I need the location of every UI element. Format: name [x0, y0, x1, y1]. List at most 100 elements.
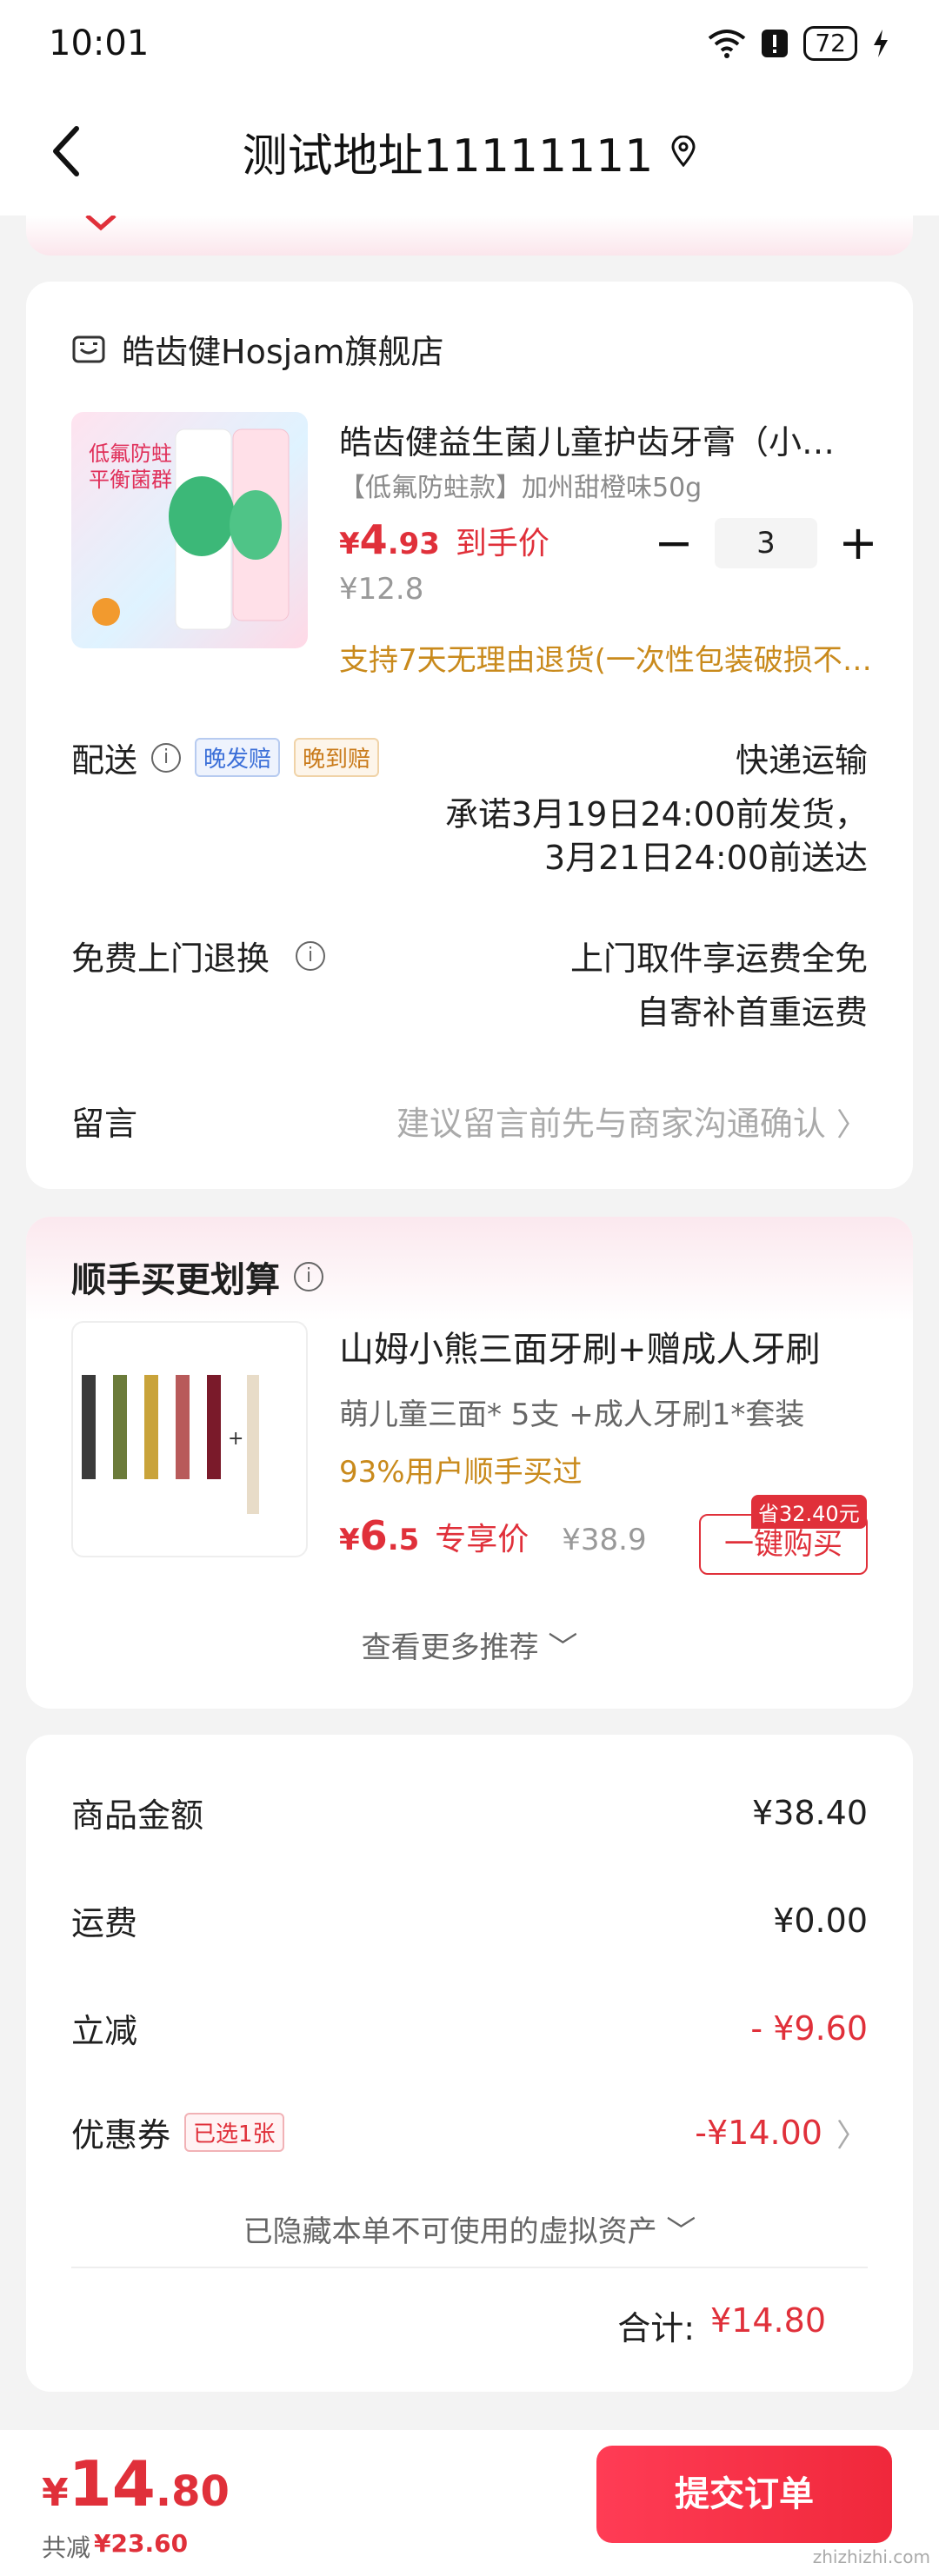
total-label: 合计:: [617, 2309, 696, 2347]
location-pin-icon: [671, 136, 696, 167]
pay-amount: ¥ 14 .80: [42, 2447, 230, 2520]
message-row: 留言: [71, 1097, 137, 1145]
pay-symbol: ¥: [42, 2471, 69, 2515]
hidden-assets-note: 已隐藏本单不可使用的虚拟资产: [243, 2214, 657, 2249]
price-symbol: ¥: [339, 1523, 360, 1557]
price-value: ¥4.93: [339, 516, 440, 563]
return-line-2: 自寄补首重运费: [636, 993, 868, 1032]
price-value: ¥6.5: [339, 1512, 419, 1559]
coupon-value: -¥14.00: [695, 2113, 822, 2152]
delivery-promise-1: 承诺3月19日24:00前发货，: [444, 795, 868, 833]
total-value: ¥14.80: [710, 2301, 826, 2340]
late-ship-badge: 晚发赔: [195, 738, 281, 777]
bottom-bar: ¥ 14 .80 共减 ¥23.60 提交订单 zhizhizhi.com: [0, 2430, 939, 2576]
price-int: 4: [359, 516, 388, 563]
quantity-input[interactable]: 3: [715, 518, 817, 568]
message-input[interactable]: 建议留言前先与商家沟通确认 〉: [396, 1097, 868, 1145]
bundle-title: 顺手买更划算: [71, 1260, 280, 1300]
return-label: 免费上门退换: [71, 939, 270, 978]
nav-bar: 测试地址11111111: [0, 87, 939, 216]
goods-amount-label: 商品金额: [71, 1796, 204, 1835]
order-card: 皓齿健Hosjam旗舰店 低氟防蛀 平衡菌群 皓齿健益生菌儿童护齿牙膏（小… 【…: [26, 282, 913, 1189]
bundle-desc: 萌儿童三面* 5支 +成人牙刷1*套装: [339, 1398, 805, 1432]
product-title[interactable]: 皓齿健益生菌儿童护齿牙膏（小…: [339, 415, 878, 463]
battery-icon: 72: [803, 26, 857, 61]
goods-amount-value: ¥38.40: [752, 1793, 868, 1832]
info-icon[interactable]: i: [151, 742, 182, 773]
info-icon[interactable]: i: [294, 1262, 323, 1291]
shield-icon: [85, 216, 117, 231]
saved-row: 共减 ¥23.60: [42, 2529, 188, 2564]
discount-row: 立减 - ¥9.60: [71, 2004, 868, 2052]
price-int: 6: [359, 1512, 388, 1559]
hidden-assets-toggle[interactable]: 已隐藏本单不可使用的虚拟资产 ﹀: [26, 2208, 913, 2250]
product-image[interactable]: 低氟防蛀 平衡菌群: [71, 412, 308, 648]
bundle-header: 顺手买更划算 i: [71, 1251, 323, 1302]
bundle-orig-price: ¥38.9: [562, 1523, 647, 1557]
save-badge: 省32.40元: [751, 1495, 867, 1529]
summary-card: 商品金额 ¥38.40 运费 ¥0.00 立减 - ¥9.60 优惠券 已选1张…: [26, 1735, 913, 2392]
delivery-promise-2: 3月21日24:00前送达: [543, 839, 868, 877]
chevron-down-icon: ﹀: [666, 2214, 696, 2249]
message-label: 留言: [71, 1105, 138, 1143]
status-icons: 72: [708, 26, 890, 61]
delivery-method: 快递运输: [735, 741, 868, 780]
delivery-label-row: 配送 i 晚发赔 晚到赔: [71, 734, 380, 781]
coupon-value-group: -¥14.00 〉: [695, 2110, 868, 2155]
discount-label: 立减: [71, 2012, 138, 2050]
submit-order-button[interactable]: 提交订单: [596, 2446, 892, 2543]
late-arrive-badge: 晚到赔: [294, 738, 380, 777]
back-icon[interactable]: [42, 123, 94, 179]
coupon-row[interactable]: 优惠券 已选1张 -¥14.00 〉: [71, 2108, 868, 2156]
pay-dec: .80: [155, 2467, 230, 2516]
quantity-stepper: − 3 +: [652, 518, 880, 568]
svg-text:+: +: [228, 1428, 243, 1450]
see-more-link[interactable]: 查看更多推荐 ﹀: [26, 1623, 913, 1666]
shipping-row: 运费 ¥0.00: [71, 1896, 868, 1944]
bundle-name[interactable]: 山姆小熊三面牙刷+赠成人牙刷: [339, 1321, 821, 1371]
coupon-label-group: 优惠券 已选1张: [71, 2108, 284, 2156]
product-spec: 【低氟防蛀款】加州甜橙味50g: [339, 473, 703, 503]
shipping-label: 运费: [71, 1904, 138, 1942]
chevron-right-icon: 〉: [836, 2117, 868, 2154]
minus-button[interactable]: −: [652, 520, 696, 567]
coupon-badge: 已选1张: [184, 2113, 284, 2152]
watermark: zhizhizhi.com: [812, 2546, 930, 2567]
bundle-image[interactable]: +: [71, 1321, 308, 1557]
address-card-bottom: [26, 216, 913, 256]
info-icon[interactable]: i: [296, 940, 326, 971]
price-dec: .5: [387, 1523, 420, 1557]
alert-icon: [762, 30, 789, 57]
goods-amount-row: 商品金额 ¥38.40: [71, 1789, 868, 1836]
bundle-card: 顺手买更划算 i + 山姆小熊三面牙刷+赠成人牙刷 萌儿童三面* 5支 +成人牙…: [26, 1217, 913, 1709]
delivery-label: 配送: [71, 741, 138, 780]
shop-name: 皓齿健Hosjam旗舰店: [122, 333, 444, 371]
discount-value: - ¥9.60: [750, 2008, 868, 2048]
chevron-right-icon: 〉: [836, 1107, 868, 1143]
price-tag: 到手价: [455, 526, 549, 561]
address-text: 测试地址11111111: [242, 129, 654, 183]
svg-text:低氟防蛀: 低氟防蛀: [89, 442, 172, 466]
charging-icon: [874, 30, 888, 57]
shop-header[interactable]: 皓齿健Hosjam旗舰店: [71, 325, 443, 373]
product-price: ¥4.93 到手价: [339, 516, 549, 563]
address-title[interactable]: 测试地址11111111: [243, 119, 697, 184]
coupon-label: 优惠券: [71, 2116, 171, 2154]
wifi-icon: [709, 30, 746, 58]
shipping-value: ¥0.00: [773, 1901, 868, 1940]
svg-text:平衡菌群: 平衡菌群: [89, 468, 172, 492]
price-tag: 专享价: [435, 1522, 529, 1557]
pay-int: 14: [68, 2447, 156, 2520]
price-symbol: ¥: [339, 527, 360, 561]
bundle-price: ¥6.5 专享价 ¥38.9: [339, 1512, 647, 1559]
saved-label: 共减: [42, 2533, 91, 2562]
chevron-down-icon: ﹀: [548, 1630, 578, 1665]
divider: [71, 2267, 868, 2268]
return-label-row: 免费上门退换 i: [71, 932, 326, 979]
see-more-label: 查看更多推荐: [361, 1630, 539, 1665]
refund-note: 支持7天无理由退货(一次性包装破损不…: [339, 643, 872, 678]
original-price: ¥12.8: [339, 572, 424, 607]
status-bar: 10:01 72: [0, 0, 939, 87]
plus-button[interactable]: +: [836, 520, 880, 567]
price-dec: .93: [387, 527, 440, 561]
